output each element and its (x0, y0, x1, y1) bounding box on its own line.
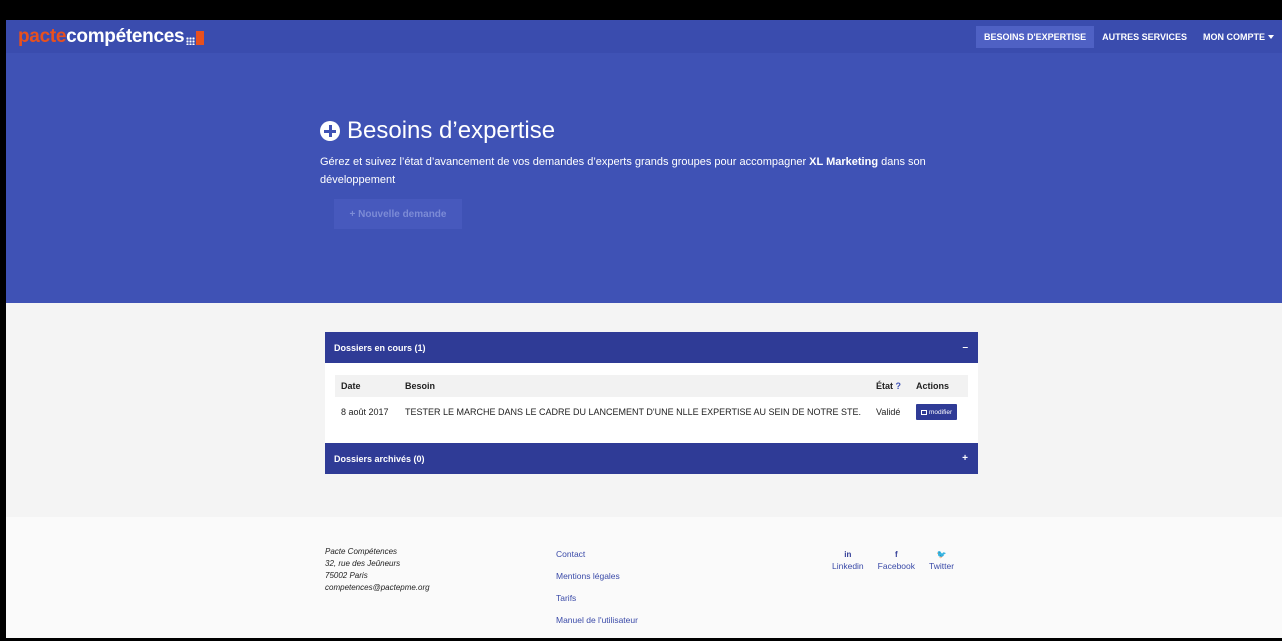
social-label: Twitter (929, 561, 955, 571)
social-facebook[interactable]: f Facebook (878, 550, 915, 571)
footer-links: Contact Mentions légales Tarifs Manuel d… (556, 547, 638, 635)
dossiers-table: Date Besoin État ? Actions 8 août 2017 T… (335, 375, 968, 427)
edit-icon (921, 409, 927, 415)
page-title: Besoins d’expertise (320, 117, 980, 145)
nav-label: MON COMPTE (1203, 31, 1265, 42)
col-besoin: Besoin (405, 381, 436, 391)
social-linkedin[interactable]: in Linkedin (832, 550, 864, 571)
nav-autres-services[interactable]: AUTRES SERVICES (1094, 26, 1195, 48)
col-etat-label: État (876, 381, 894, 391)
brand-logo-part2: compétences (66, 25, 185, 47)
facebook-icon: f (895, 550, 898, 559)
modify-label: modifier (929, 408, 953, 416)
new-request-button[interactable]: + Nouvelle demande (334, 199, 462, 229)
footer-link-contact[interactable]: Contact (556, 547, 638, 562)
panel-archived-header[interactable]: Dossiers archivés (0) + (325, 443, 978, 474)
table-header-row: Date Besoin État ? Actions (335, 375, 968, 397)
modify-button[interactable]: modifier (916, 404, 958, 420)
expand-icon[interactable]: + (962, 453, 968, 464)
nav-label: BESOINS D'EXPERTISE (983, 31, 1087, 42)
social-twitter[interactable]: 🐦 Twitter (929, 550, 954, 571)
panel-current-header[interactable]: Dossiers en cours (1) – (325, 332, 978, 363)
nav-mon-compte[interactable]: MON COMPTE (1195, 26, 1282, 48)
col-etat: État ? (870, 375, 910, 397)
company-name: XL Marketing (809, 156, 879, 168)
page-title-text: Besoins d’expertise (347, 117, 556, 144)
row-date: 8 août 2017 (341, 407, 389, 417)
browser-viewport: pacte compétences BESOINS D'EXPERTISE AUT… (6, 20, 1282, 638)
linkedin-icon: in (844, 550, 852, 559)
caret-down-icon (1268, 34, 1274, 39)
row-etat: Validé (876, 407, 901, 417)
social-label: Linkedin (832, 561, 864, 571)
address-email: competences@pactepme.org (325, 583, 430, 592)
panel-current-body: Date Besoin État ? Actions 8 août 2017 T… (325, 363, 978, 443)
dossiers-panels: Dossiers en cours (1) – Date Besoin État… (325, 332, 978, 474)
collapse-icon[interactable]: – (962, 342, 968, 353)
logo-mark-icon (186, 29, 205, 45)
col-actions: Actions (916, 381, 950, 391)
address-line: 75002 Paris (325, 571, 368, 580)
footer-address: Pacte Compétences 32, rue des Jeûneurs 7… (325, 546, 430, 594)
brand-logo-part1: pacte (18, 25, 67, 47)
footer: Pacte Compétences 32, rue des Jeûneurs 7… (6, 517, 1282, 638)
footer-link-mentions[interactable]: Mentions légales (556, 569, 638, 584)
twitter-icon: 🐦 (936, 550, 947, 559)
panel-current-title: Dossiers en cours (1) (334, 342, 426, 353)
footer-link-tarifs[interactable]: Tarifs (556, 591, 638, 606)
page-description: Gérez et suivez l’état d’avancement de v… (320, 153, 980, 189)
nav-menu: BESOINS D'EXPERTISE AUTRES SERVICES MON … (975, 20, 1282, 53)
hero-content: Besoins d’expertise Gérez et suivez l’ét… (320, 117, 980, 229)
brand-logo[interactable]: pacte compétences (6, 25, 205, 48)
desc-text: Gérez et suivez l’état d’avancement de v… (320, 156, 810, 168)
row-actions: modifier (910, 397, 968, 427)
help-icon[interactable]: ? (896, 381, 902, 391)
panel-archived-title: Dossiers archivés (0) (334, 453, 425, 464)
table-row: 8 août 2017 TESTER LE MARCHE DANS LE CAD… (335, 397, 968, 427)
col-date: Date (341, 381, 361, 391)
footer-link-manuel[interactable]: Manuel de l'utilisateur (556, 613, 638, 628)
nav-label: AUTRES SERVICES (1102, 31, 1187, 42)
address-line: 32, rue des Jeûneurs (325, 559, 401, 568)
footer-social: in Linkedin f Facebook 🐦 Twitter (832, 550, 954, 571)
nav-besoins-expertise[interactable]: BESOINS D'EXPERTISE (975, 25, 1095, 48)
plus-circle-icon (320, 121, 340, 141)
row-besoin: TESTER LE MARCHE DANS LE CADRE DU LANCEM… (405, 407, 861, 417)
social-label: Facebook (877, 561, 916, 571)
top-navbar: pacte compétences BESOINS D'EXPERTISE AUT… (6, 20, 1282, 53)
hero-banner: Besoins d’expertise Gérez et suivez l’ét… (6, 53, 1282, 303)
address-line: Pacte Compétences (325, 547, 398, 556)
